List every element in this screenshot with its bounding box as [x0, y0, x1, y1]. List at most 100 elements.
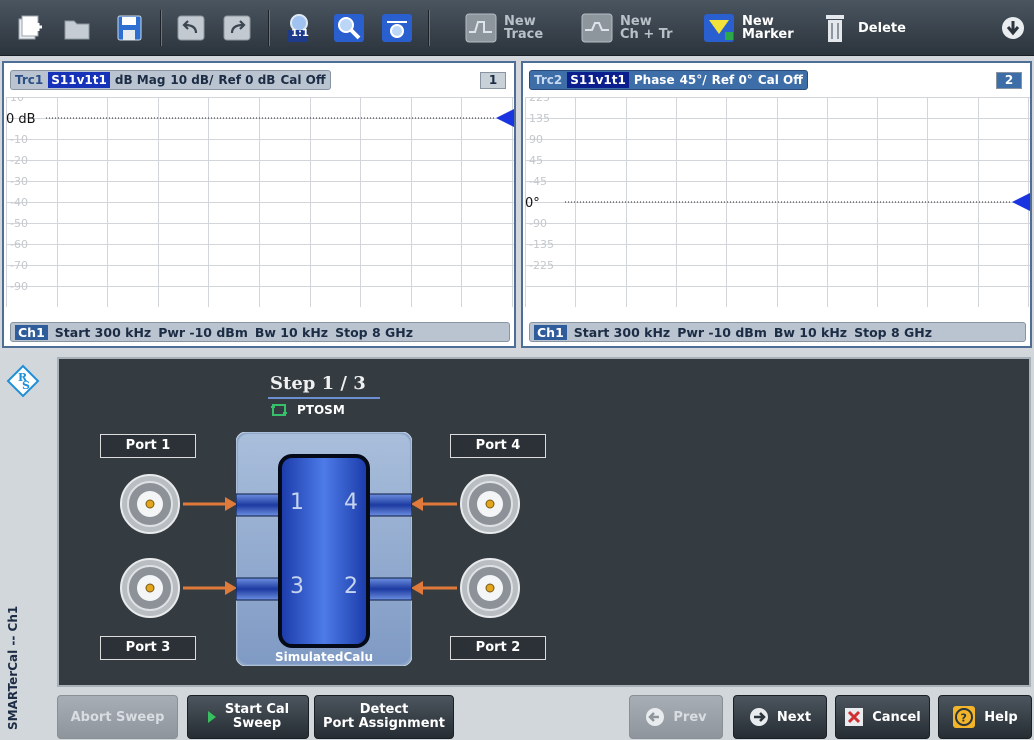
dut-port-3: 3 [290, 574, 304, 599]
overflow-button[interactable] [996, 8, 1030, 48]
y-tick-label: -10 [10, 133, 28, 146]
port-4-connector [460, 474, 520, 534]
new-trace-button[interactable]: New Trace [464, 8, 543, 48]
trace-name: Trc2 [534, 73, 563, 87]
next-arrow-icon [749, 708, 768, 726]
new-channel-trace-label: New Ch + Tr [620, 14, 673, 42]
channel-bandwidth: Bw 10 kHz [254, 324, 329, 340]
dut-port-4: 4 [344, 490, 358, 515]
reference-marker-icon [1012, 193, 1030, 211]
y-tick-label: 10 [10, 97, 24, 104]
dut-port-1: 1 [290, 490, 304, 515]
port-2-arrow-head [411, 581, 423, 595]
undo-icon [174, 11, 208, 45]
trace-name: Trc1 [15, 73, 44, 87]
new-channel-trace-icon [580, 11, 614, 45]
port-3-connector [120, 558, 180, 618]
channel-power: Pwr -10 dBm [677, 324, 767, 340]
zoom-button[interactable] [332, 8, 366, 48]
y-tick-label: -40 [10, 196, 28, 209]
trace-format: Phase [633, 73, 675, 87]
dut-name: SimulatedCalu [274, 650, 374, 664]
insert-icon [12, 11, 46, 45]
start-cal-sweep-button[interactable]: Start Cal Sweep [187, 695, 309, 739]
channel-bandwidth: Bw 10 kHz [773, 324, 848, 340]
new-marker-label: New Marker [742, 14, 794, 42]
start-cal-sweep-label: Start Cal Sweep [224, 702, 290, 731]
y-tick-label: 45 [529, 154, 543, 167]
channel-tag: Ch1 [534, 324, 567, 340]
dut-graphic [235, 431, 413, 667]
save-icon [112, 11, 146, 45]
prev-label: Prev [673, 709, 707, 725]
diagram-number: 2 [996, 72, 1022, 89]
connector-pin [145, 499, 155, 509]
marker-zoom-button[interactable] [380, 8, 414, 48]
y-tick-label: -50 [10, 217, 28, 230]
cancel-label: Cancel [872, 709, 921, 725]
svg-text:S: S [22, 379, 30, 392]
port-2-connector [460, 558, 520, 618]
next-button[interactable]: Next [733, 695, 827, 739]
diagram-2[interactable]: Trc2 S11v1t1 Phase 45°/ Ref 0° Cal Off 2… [521, 61, 1032, 348]
new-marker-icon [702, 11, 736, 45]
detect-port-assignment-button[interactable]: Detect Port Assignment [314, 695, 454, 739]
trace-1-info[interactable]: Trc1 S11v1t1 dB Mag 10 dB/ Ref 0 dB Cal … [10, 70, 331, 90]
y-tick-label: -60 [10, 238, 28, 251]
y-tick-label: -45 [529, 175, 547, 188]
reference-label: 0° [525, 196, 540, 211]
diagram-1-grid: 10 -10 -20 -30 -40 -50 -60 -70 -90 0 dB [6, 97, 514, 307]
y-tick-label: -20 [10, 154, 28, 167]
new-channel-trace-button[interactable]: New Ch + Tr [580, 8, 673, 48]
toolbar: 1:1 New Trace New Ch + Tr New Marker Del… [0, 0, 1034, 56]
redo-button[interactable] [220, 8, 254, 48]
overflow-arrow-icon [996, 11, 1030, 45]
trace-2-info[interactable]: Trc2 S11v1t1 Phase 45°/ Ref 0° Cal Off [529, 70, 808, 90]
marker-zoom-icon [380, 11, 414, 45]
abort-sweep-button[interactable]: Abort Sweep [57, 695, 178, 739]
zoom-1to1-button[interactable]: 1:1 [284, 8, 318, 48]
undo-button[interactable] [174, 8, 208, 48]
channel-power: Pwr -10 dBm [158, 324, 248, 340]
zoom-1to1-icon: 1:1 [284, 11, 318, 45]
next-label: Next [776, 709, 812, 725]
insert-button[interactable] [12, 8, 46, 48]
help-icon: ? [953, 706, 976, 728]
help-button[interactable]: ? Help [938, 695, 1032, 739]
channel-tag: Ch1 [15, 324, 48, 340]
new-marker-button[interactable]: New Marker [702, 8, 794, 48]
dut-device[interactable]: 1 4 3 2 SimulatedCalu [235, 431, 413, 667]
save-button[interactable] [112, 8, 146, 48]
trace-format: dB Mag [114, 73, 166, 87]
trace-ref: Ref 0 dB [218, 73, 276, 87]
open-button[interactable] [60, 8, 94, 48]
port-4-arrow-head [411, 497, 423, 511]
dut-port-2: 2 [344, 574, 358, 599]
zoom-1to1-text: 1:1 [291, 28, 309, 39]
diagram-1[interactable]: Trc1 S11v1t1 dB Mag 10 dB/ Ref 0 dB Cal … [2, 61, 516, 348]
prev-button[interactable]: Prev [629, 695, 723, 739]
y-tick-label: 225 [529, 97, 550, 104]
rs-logo-icon: R S [6, 364, 40, 398]
delete-icon [818, 11, 852, 45]
channel-start: Start 300 kHz [54, 324, 152, 340]
y-tick-label: -90 [10, 280, 28, 293]
redo-icon [220, 11, 254, 45]
channel-stop: Stop 8 GHz [854, 324, 933, 340]
open-folder-icon [60, 11, 94, 45]
wizard-title: SMARTerCal -- Ch1 [6, 606, 20, 730]
delete-button[interactable]: Delete [818, 8, 906, 48]
channel-1-info[interactable]: Ch1 Start 300 kHz Pwr -10 dBm Bw 10 kHz … [10, 322, 510, 342]
y-tick-label: -135 [529, 238, 554, 251]
channel-stop: Stop 8 GHz [335, 324, 414, 340]
port-connections [120, 474, 520, 618]
y-tick-label: -90 [529, 217, 547, 230]
channel-2-info[interactable]: Ch1 Start 300 kHz Pwr -10 dBm Bw 10 kHz … [529, 322, 1026, 342]
reference-label: 0 dB [6, 112, 36, 127]
channel-start: Start 300 kHz [573, 324, 671, 340]
cancel-button[interactable]: Cancel [835, 695, 930, 739]
diagram-number: 1 [480, 72, 506, 89]
delete-label: Delete [858, 20, 906, 36]
trace-parameter: S11v1t1 [567, 72, 629, 88]
abort-sweep-label: Abort Sweep [70, 709, 165, 725]
